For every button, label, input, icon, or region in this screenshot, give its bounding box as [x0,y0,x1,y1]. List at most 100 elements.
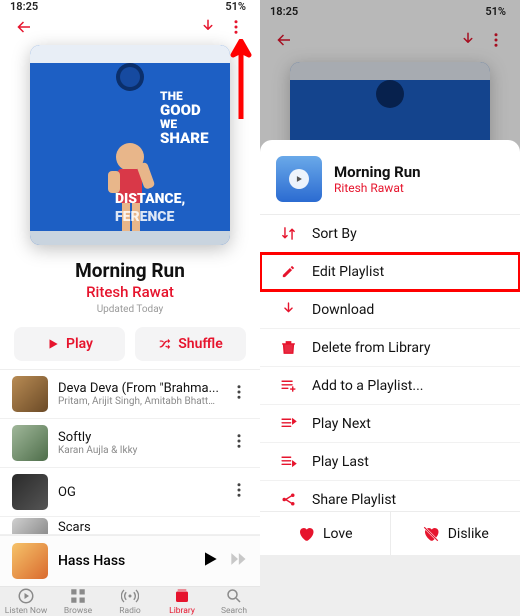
download-header-button[interactable] [194,13,222,41]
track-row[interactable]: SoftlyKaran Aujla & Ikky [0,419,260,468]
play-icon [200,549,220,569]
arrow-left-icon [15,18,33,36]
screen-playlist: 18:25 51% [0,0,260,555]
tab-browse[interactable]: Browse [52,587,104,616]
track-row[interactable]: Scars [0,517,260,535]
track-more-button[interactable] [230,383,248,405]
arrow-left-icon [275,31,293,49]
more-vertical-icon [487,31,505,49]
status-right: 51% [217,0,250,13]
action-sheet: Morning Run Ritesh Rawat Sort By Edit Pl… [260,140,520,555]
playlist-title: Morning Run [10,259,250,282]
more-vertical-icon [227,18,245,36]
menu-share[interactable]: Share Playlist [260,481,520,511]
playlist-artwork[interactable]: THE GOOD WE SHARE DISTANCE, FERENCE [30,45,230,245]
battery-text: 51% [485,5,506,18]
menu-play-next[interactable]: Play Next [260,405,520,443]
track-subtitle: Pritam, Arijit Singh, Amitabh Bhattac... [58,396,220,407]
menu-edit-playlist[interactable]: Edit Playlist [260,253,520,291]
heart-icon [297,525,315,543]
download-icon [278,301,298,318]
love-button[interactable]: Love [260,512,390,555]
status-time: 18:25 [270,5,298,18]
nowplaying-forward-button[interactable] [228,549,248,573]
tab-listen-now[interactable]: Listen Now [0,587,52,616]
tab-search[interactable]: Search [208,587,260,616]
forward-icon [228,549,248,569]
sort-icon [278,225,298,242]
track-artwork [12,474,48,510]
status-bar: 18:25 51% [260,0,520,22]
track-row[interactable]: Deva Deva (From "Brahma...Pritam, Arijit… [0,370,260,419]
header [0,13,260,41]
track-title: Softly [58,430,220,445]
svg-text:DISTANCE,: DISTANCE, [115,191,185,207]
shuffle-icon [158,337,172,351]
share-icon [278,491,298,508]
back-button[interactable] [270,26,298,54]
dislike-button[interactable]: Dislike [391,512,520,555]
sheet-artwork[interactable] [276,156,322,202]
play-button[interactable]: Play [14,327,125,361]
sheet-artist[interactable]: Ritesh Rawat [334,181,421,195]
status-bar: 18:25 51% [0,0,260,13]
nowplaying-play-button[interactable] [200,549,220,573]
more-vertical-icon [230,481,248,499]
play-circle-icon [17,587,35,605]
menu-sort-by[interactable]: Sort By [260,215,520,253]
radio-icon [121,587,139,605]
battery-text: 51% [225,0,246,13]
download-icon [199,18,217,36]
play-last-icon [278,453,298,470]
playlist-artist[interactable]: Ritesh Rawat [10,283,250,301]
track-artwork [12,376,48,412]
track-row[interactable]: OG [0,468,260,517]
tab-bar: Listen Now Browse Radio Library Search [0,586,260,616]
playlist-updated: Updated Today [10,304,250,315]
header [260,22,520,58]
svg-text:FERENCE: FERENCE [115,209,174,225]
nowplaying-artwork [12,543,48,579]
play-next-icon [278,415,298,432]
status-time: 18:25 [10,0,38,13]
tab-radio[interactable]: Radio [104,587,156,616]
more-vertical-icon [230,432,248,450]
search-icon [225,587,243,605]
track-title: Scars [58,520,248,535]
track-list: Deva Deva (From "Brahma...Pritam, Arijit… [0,369,260,535]
menu-play-last[interactable]: Play Last [260,443,520,481]
more-vertical-icon [230,383,248,401]
status-right: 51% [477,5,510,18]
track-more-button[interactable] [230,481,248,503]
now-playing-bar[interactable]: Hass Hass [0,535,260,586]
play-icon [294,174,304,184]
nowplaying-title: Hass Hass [58,553,190,569]
shuffle-button[interactable]: Shuffle [135,327,246,361]
heart-slash-icon [422,525,440,543]
track-title: OG [58,485,220,500]
playlist-add-icon [278,377,298,394]
download-icon [459,31,477,49]
back-button[interactable] [10,13,38,41]
track-title: Deva Deva (From "Brahma... [58,381,220,396]
grid-icon [69,587,87,605]
tab-library[interactable]: Library [156,587,208,616]
svg-text:SHARE: SHARE [160,129,209,147]
track-artwork [12,518,48,536]
library-icon [173,587,191,605]
more-button[interactable] [482,26,510,54]
trash-icon [278,339,298,356]
more-button[interactable] [222,13,250,41]
sheet-title: Morning Run [334,163,421,181]
track-more-button[interactable] [230,432,248,454]
track-artwork [12,425,48,461]
pencil-icon [278,263,298,280]
menu-add-to-playlist[interactable]: Add to a Playlist... [260,367,520,405]
track-subtitle: Karan Aujla & Ikky [58,445,220,456]
menu-delete[interactable]: Delete from Library [260,329,520,367]
play-icon [46,337,60,351]
sheet-header: Morning Run Ritesh Rawat [260,148,520,215]
menu-download[interactable]: Download [260,291,520,329]
download-header-button[interactable] [454,26,482,54]
screen-action-sheet: 18:25 51% Morning Run Ritesh Rawat [260,0,520,555]
